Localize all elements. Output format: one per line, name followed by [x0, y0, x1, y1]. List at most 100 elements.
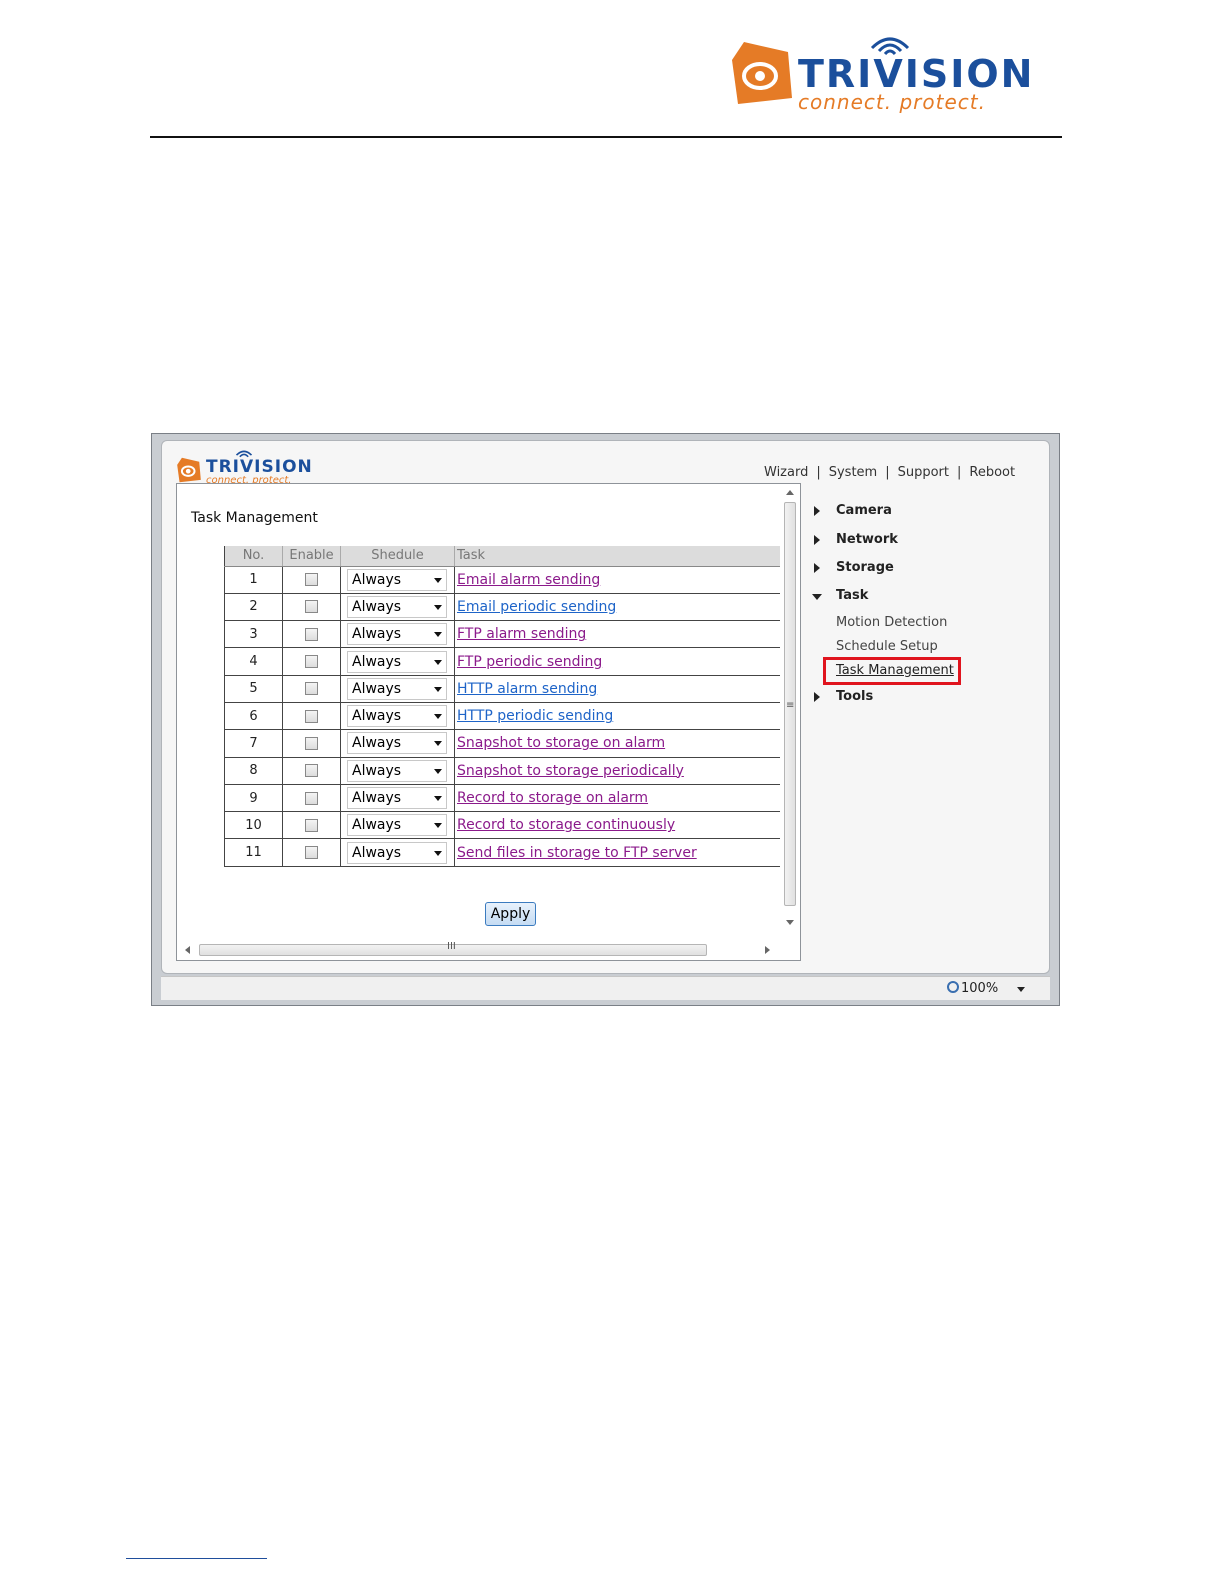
scroll-up-icon[interactable]: [786, 490, 794, 495]
dropdown-arrow-icon: [434, 768, 442, 774]
scroll-left-icon[interactable]: [185, 946, 190, 954]
dropdown-arrow-icon: [434, 604, 442, 610]
task-link[interactable]: Email periodic sending: [457, 599, 616, 615]
task-link[interactable]: HTTP alarm sending: [457, 681, 597, 697]
schedule-select[interactable]: Always: [347, 650, 447, 673]
scroll-down-icon[interactable]: [786, 920, 794, 925]
enable-checkbox[interactable]: [305, 573, 318, 587]
table-row: 11 Always Send files in storage to FTP ser…: [224, 838, 781, 867]
zoom-level: 100%: [961, 981, 999, 996]
zoom-control[interactable]: 100%: [947, 981, 998, 996]
schedule-select[interactable]: Always: [347, 705, 447, 728]
task-link[interactable]: Record to storage continuously: [457, 817, 675, 833]
submenu-schedule-setup[interactable]: Schedule Setup: [836, 639, 938, 654]
row-number: 6: [224, 702, 283, 731]
enable-cell: [282, 702, 341, 731]
nav-wizard[interactable]: Wizard: [764, 465, 808, 480]
task-table: No. Enable Shedule Task 1 Always Email ala…: [224, 546, 781, 867]
row-number: 2: [224, 593, 283, 622]
column-header-task: Task: [454, 546, 781, 567]
table-row: 8 Always Snapshot to storage periodically: [224, 757, 781, 785]
menu-label: Storage: [836, 560, 894, 575]
task-cell: Snapshot to storage on alarm: [454, 729, 781, 758]
schedule-select[interactable]: Always: [347, 787, 447, 810]
schedule-cell: Always: [340, 593, 455, 622]
task-link[interactable]: Snapshot to storage on alarm: [457, 735, 665, 751]
column-header-enable: Enable: [282, 546, 341, 567]
page-title: Task Management: [191, 510, 318, 526]
task-link[interactable]: Snapshot to storage periodically: [457, 763, 684, 779]
task-cell: HTTP periodic sending: [454, 702, 781, 731]
enable-cell: [282, 757, 341, 785]
enable-checkbox[interactable]: [305, 736, 318, 750]
task-link[interactable]: Record to storage on alarm: [457, 790, 648, 806]
app-logo[interactable]: TRIVISION connect. protect.: [176, 447, 326, 486]
row-number: 11: [224, 838, 283, 867]
column-header-no: No.: [224, 546, 283, 567]
enable-checkbox[interactable]: [305, 682, 318, 696]
enable-checkbox[interactable]: [305, 791, 318, 805]
schedule-cell: Always: [340, 729, 455, 758]
schedule-value: Always: [352, 790, 402, 807]
nav-system[interactable]: System: [829, 465, 877, 480]
app-frame: TRIVISION connect. protect. Wizard | Syste…: [161, 440, 1050, 974]
dropdown-arrow-icon: [434, 714, 442, 720]
brand-tagline: connect. protect.: [798, 90, 986, 114]
enable-checkbox[interactable]: [305, 655, 318, 669]
table-row: 4 Always FTP periodic sending: [224, 647, 781, 676]
row-number: 4: [224, 647, 283, 676]
zoom-icon: [947, 981, 959, 993]
dropdown-arrow-icon: [434, 659, 442, 665]
enable-cell: [282, 566, 341, 594]
enable-checkbox[interactable]: [305, 709, 318, 723]
enable-checkbox[interactable]: [305, 764, 318, 778]
schedule-select[interactable]: Always: [347, 568, 447, 591]
task-link[interactable]: Email alarm sending: [457, 572, 600, 588]
nav-support[interactable]: Support: [898, 465, 949, 480]
enable-checkbox[interactable]: [305, 846, 318, 860]
schedule-value: Always: [352, 844, 402, 861]
menu-label: Network: [836, 532, 898, 547]
trivision-eye-icon: [177, 457, 201, 483]
submenu-motion-detection[interactable]: Motion Detection: [836, 615, 947, 630]
task-link[interactable]: FTP alarm sending: [457, 626, 586, 642]
enable-checkbox[interactable]: [305, 600, 318, 614]
schedule-select[interactable]: Always: [347, 759, 447, 782]
content-panel: Task Management No. Enable Shedule Task …: [176, 483, 801, 961]
caret-right-icon: [814, 692, 820, 702]
schedule-select[interactable]: Always: [347, 814, 447, 837]
enable-cell: [282, 811, 341, 840]
vertical-scrollbar[interactable]: ≡: [780, 484, 800, 942]
horizontal-scrollbar[interactable]: III: [177, 940, 781, 960]
schedule-cell: Always: [340, 757, 455, 785]
schedule-cell: Always: [340, 838, 455, 867]
scroll-right-icon[interactable]: [765, 946, 770, 954]
schedule-value: Always: [352, 762, 402, 779]
task-link[interactable]: Send files in storage to FTP server: [457, 845, 697, 861]
schedule-select[interactable]: Always: [347, 623, 447, 646]
browser-window: TRIVISION connect. protect. Wizard | Syste…: [151, 433, 1060, 1006]
row-number: 9: [224, 784, 283, 813]
scroll-grip-icon: ≡: [786, 700, 795, 711]
nav-separator: |: [816, 465, 821, 480]
schedule-cell: Always: [340, 784, 455, 813]
schedule-select[interactable]: Always: [347, 595, 447, 618]
task-link[interactable]: FTP periodic sending: [457, 654, 602, 670]
schedule-value: Always: [352, 626, 402, 643]
header-divider: [150, 136, 1062, 138]
zoom-dropdown-icon[interactable]: [1017, 987, 1025, 992]
schedule-select[interactable]: Always: [347, 841, 447, 864]
apply-button[interactable]: Apply: [485, 902, 536, 926]
schedule-select[interactable]: Always: [347, 677, 447, 700]
enable-checkbox[interactable]: [305, 627, 318, 641]
schedule-select[interactable]: Always: [347, 732, 447, 755]
caret-down-icon: [812, 594, 822, 600]
schedule-cell: Always: [340, 620, 455, 649]
table-row: 9 Always Record to storage on alarm: [224, 784, 781, 813]
nav-reboot[interactable]: Reboot: [969, 465, 1015, 480]
dropdown-arrow-icon: [434, 686, 442, 692]
enable-checkbox[interactable]: [305, 818, 318, 832]
menu-label: Task: [836, 588, 869, 603]
footer-divider: [126, 1558, 267, 1559]
task-link[interactable]: HTTP periodic sending: [457, 708, 613, 724]
